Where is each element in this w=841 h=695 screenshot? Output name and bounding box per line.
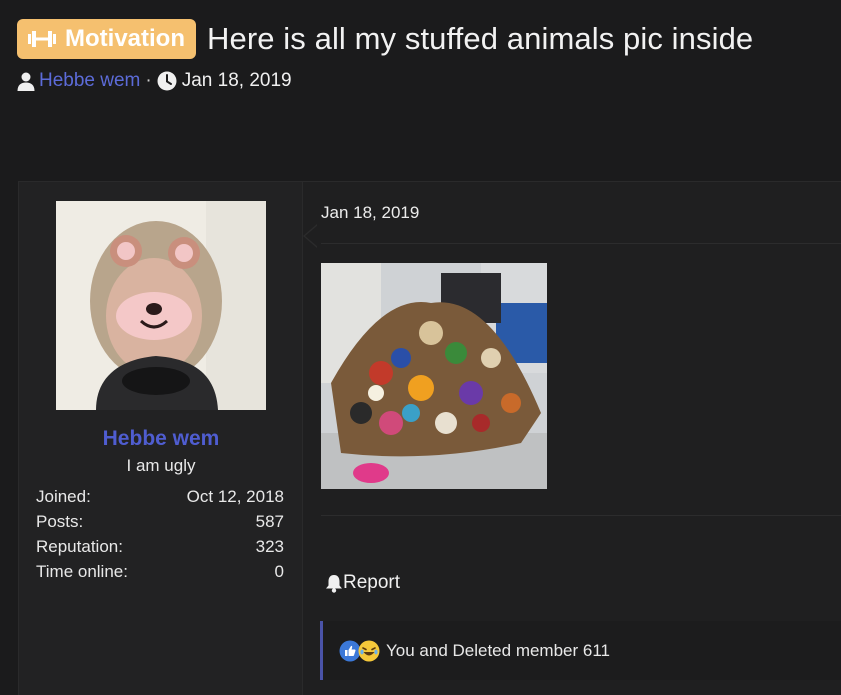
stat-label: Joined:: [36, 486, 91, 506]
reaction-icons: [339, 640, 380, 662]
stat-value: 323: [255, 536, 284, 556]
user-title: I am ugly: [126, 456, 196, 475]
attachment-image[interactable]: [321, 263, 547, 489]
user-icon: [17, 72, 35, 91]
user-stats: Joined: Oct 12, 2018 Posts: 587 Reputati…: [36, 484, 284, 584]
stat-value: 587: [255, 511, 284, 531]
post: Hebbe wem I am ugly Joined: Oct 12, 2018…: [18, 181, 841, 695]
post-user-panel: Hebbe wem I am ugly Joined: Oct 12, 2018…: [19, 182, 303, 695]
stat-row-posts: Posts: 587: [36, 509, 284, 534]
stat-label: Time online:: [36, 561, 128, 581]
stat-value: Oct 12, 2018: [186, 486, 284, 506]
reactions-text[interactable]: You and Deleted member 611: [386, 641, 610, 661]
stat-row-time-online: Time online: 0: [36, 559, 284, 584]
stat-label: Posts:: [36, 511, 84, 531]
post-date-link[interactable]: Jan 18, 2019: [321, 203, 419, 223]
stat-label: Reputation:: [36, 536, 123, 556]
laugh-icon: [358, 640, 380, 661]
username-link[interactable]: Hebbe wem: [19, 427, 303, 451]
thread-meta: Hebbe wem · Jan 18, 2019: [17, 70, 292, 92]
thread-title: Here is all my stuffed animals pic insid…: [207, 21, 754, 56]
stat-value: 0: [274, 561, 284, 581]
stat-row-joined: Joined: Oct 12, 2018: [36, 484, 284, 509]
post-content: Jan 18, 2019 Report You and Deleted memb…: [304, 182, 841, 695]
post-header-divider: [321, 243, 841, 244]
clock-icon: [157, 71, 177, 91]
report-link[interactable]: Report: [325, 572, 400, 594]
thread-author-link[interactable]: Hebbe wem: [39, 70, 140, 92]
thread-header: Motivation Here is all my stuffed animal…: [17, 19, 753, 59]
dumbbell-icon: [28, 31, 56, 47]
meta-separator: ·: [145, 70, 152, 91]
prefix-badge[interactable]: Motivation: [17, 19, 196, 59]
thread-date-link[interactable]: Jan 18, 2019: [182, 70, 292, 92]
post-footer-divider: [321, 515, 841, 516]
avatar[interactable]: [56, 201, 266, 410]
stat-row-reputation: Reputation: 323: [36, 534, 284, 559]
bell-icon: [325, 574, 343, 593]
prefix-label: Motivation: [65, 25, 185, 52]
report-label: Report: [343, 572, 401, 593]
reactions-bar[interactable]: You and Deleted member 611: [320, 621, 841, 680]
